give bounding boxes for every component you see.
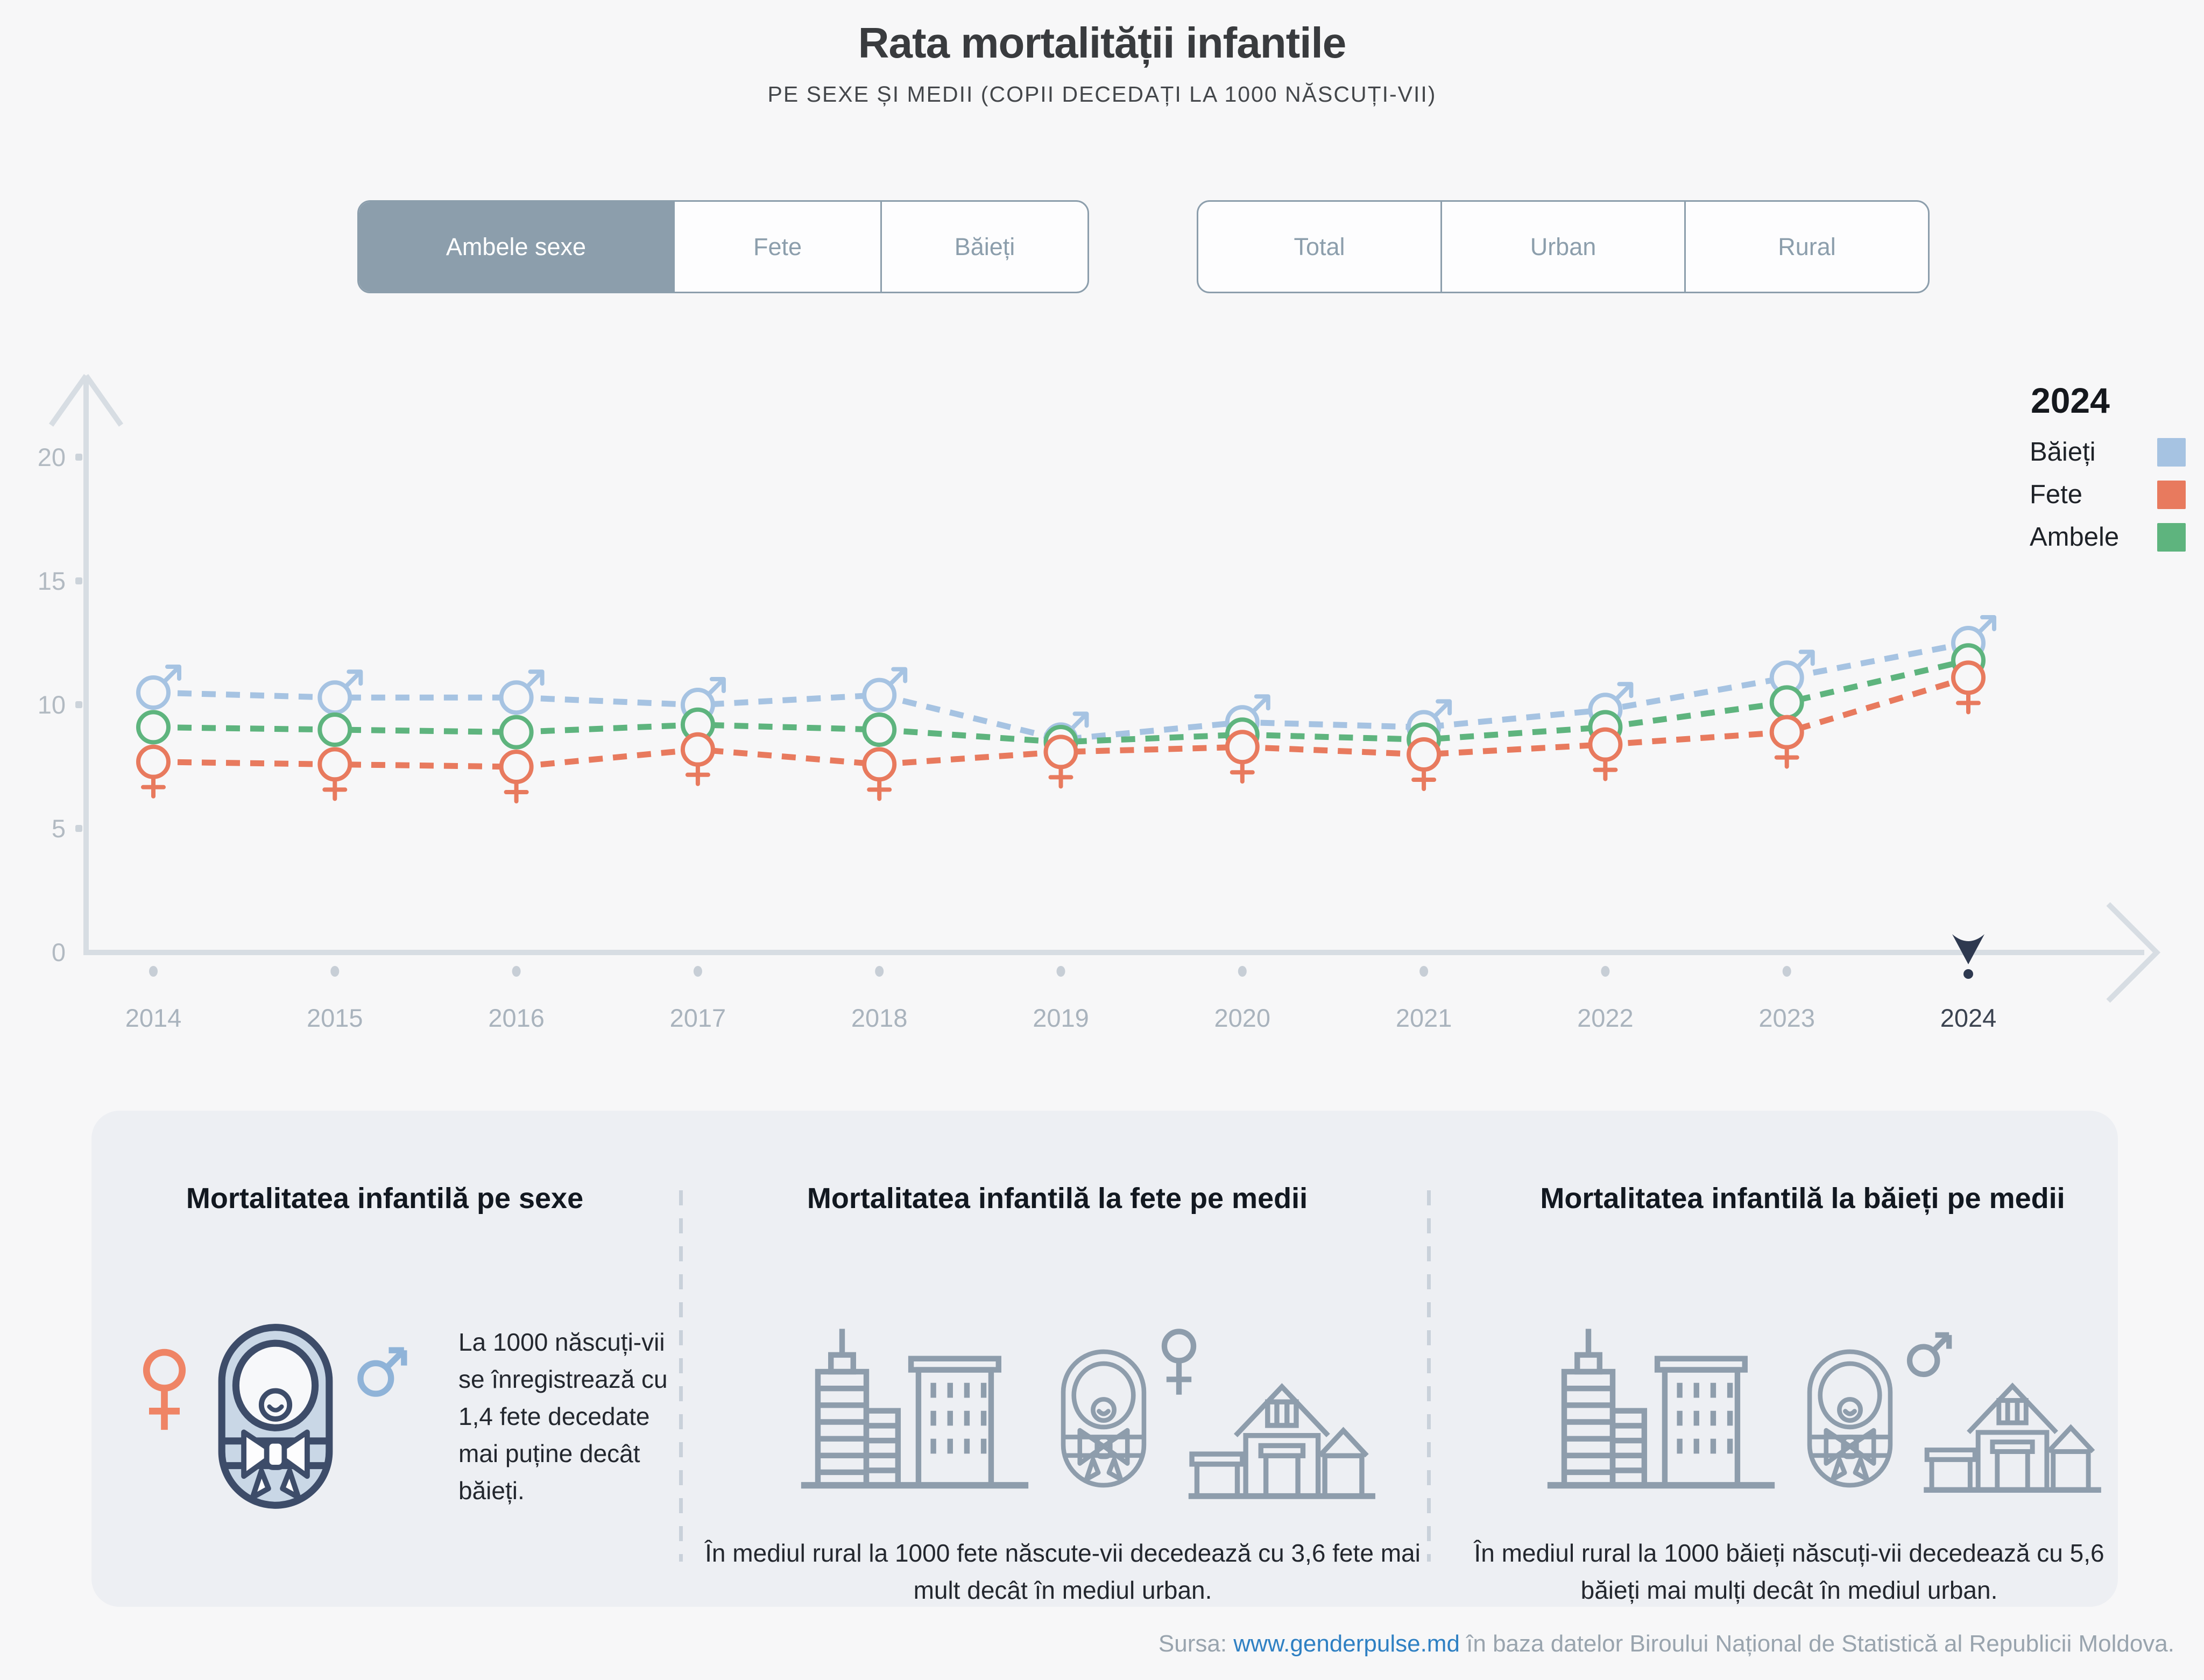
male-symbol-icon: [355, 1343, 412, 1399]
point-baieti-2016[interactable]: [501, 672, 542, 712]
point-fete-2019[interactable]: [1046, 737, 1076, 786]
point-ambele-2016[interactable]: [501, 717, 532, 747]
city-buildings-icon: [1540, 1316, 1782, 1504]
point-baieti-2015[interactable]: [320, 672, 361, 712]
year-dot-2018: [875, 966, 884, 977]
point-fete-2014[interactable]: [138, 747, 168, 796]
card3-text: În mediul rural la 1000 băieți născuți-v…: [1442, 1535, 2136, 1609]
point-ambele-2023[interactable]: [1772, 687, 1802, 717]
legend-swatch-baieti-icon[interactable]: [2157, 438, 2186, 467]
year-dot-2017: [694, 966, 702, 977]
selected-year-marker: [1952, 934, 1984, 964]
card1-text: La 1000 născuți-vii se înregistrează cu …: [458, 1324, 692, 1509]
swaddled-baby-outline-icon: [1804, 1325, 1896, 1512]
y-tick-mark: [75, 701, 82, 708]
year-label-2018[interactable]: 2018: [851, 1004, 908, 1032]
swaddled-baby-icon: [200, 1319, 351, 1513]
point-ambele-2014[interactable]: [138, 712, 168, 742]
card2-text: În mediul rural la 1000 fete născute-vii…: [705, 1535, 1421, 1609]
point-fete-2020[interactable]: [1227, 732, 1258, 781]
legend-label-fete: Fete: [2030, 479, 2082, 510]
x-axis: [83, 904, 2157, 1001]
house-icon: [1909, 1373, 2119, 1505]
year-label-2020[interactable]: 2020: [1214, 1004, 1271, 1032]
legend-label-ambele: Ambele: [2030, 522, 2119, 552]
point-fete-2016[interactable]: [501, 752, 532, 801]
legend-year: 2024: [2031, 380, 2186, 421]
point-fete-2021[interactable]: [1409, 739, 1439, 789]
year-label-2023[interactable]: 2023: [1758, 1004, 1815, 1032]
year-dot-2023: [1783, 966, 1791, 977]
source-link[interactable]: www.genderpulse.md: [1233, 1630, 1460, 1657]
year-label-2016[interactable]: 2016: [488, 1004, 545, 1032]
source-prefix: Sursa:: [1158, 1630, 1233, 1657]
male-symbol-icon: [1905, 1328, 1956, 1379]
card3-title: Mortalitatea infantilă la băieți pe medi…: [1453, 1182, 2152, 1215]
legend-label-baieti: Băieți: [2030, 437, 2096, 467]
point-fete-2022[interactable]: [1590, 730, 1620, 779]
y-tick-label-0: 0: [52, 938, 66, 966]
card-divider: [1427, 1190, 1431, 1562]
year-label-2024[interactable]: 2024: [1940, 1004, 1997, 1032]
y-tick-label-20: 20: [38, 443, 66, 471]
legend-swatch-ambele-icon[interactable]: [2157, 523, 2186, 552]
source-suffix: în baza datelor Biroului Național de Sta…: [1460, 1630, 2174, 1657]
year-label-2019[interactable]: 2019: [1033, 1004, 1089, 1032]
selected-year-dot: [1963, 969, 1973, 979]
point-baieti-2018[interactable]: [864, 669, 905, 710]
point-fete-2024[interactable]: [1953, 662, 1983, 712]
y-tick-label-15: 15: [38, 567, 66, 595]
swaddled-baby-outline-icon: [1057, 1325, 1150, 1512]
year-dot-2020: [1238, 966, 1247, 977]
source-line: Sursa: www.genderpulse.md în baza datelo…: [1158, 1630, 2174, 1657]
house-icon: [1172, 1373, 1395, 1512]
infographic-page: Rata mortalității infantile PE SEXE ȘI M…: [0, 0, 2204, 1680]
point-baieti-2014[interactable]: [138, 667, 179, 708]
y-tick-mark: [75, 454, 82, 461]
point-ambele-2015[interactable]: [320, 715, 350, 745]
card2-title: Mortalitatea infantilă la fete pe medii: [710, 1182, 1404, 1215]
point-fete-2018[interactable]: [864, 749, 894, 799]
year-label-2017[interactable]: 2017: [670, 1004, 726, 1032]
city-buildings-icon: [794, 1316, 1036, 1504]
year-label-2021[interactable]: 2021: [1396, 1004, 1452, 1032]
year-dot-2014: [149, 966, 158, 977]
chart-legend: 2024 Băieți Fete Ambele: [2030, 380, 2186, 552]
legend-item-ambele[interactable]: Ambele: [2030, 522, 2186, 552]
legend-item-fete[interactable]: Fete: [2030, 479, 2186, 510]
female-symbol-icon: [139, 1348, 190, 1437]
point-fete-2017[interactable]: [683, 735, 713, 784]
y-tick-label-5: 5: [52, 814, 66, 843]
year-dot-2021: [1419, 966, 1428, 977]
y-tick-mark: [75, 577, 82, 584]
year-dot-2016: [512, 966, 521, 977]
legend-item-baieti[interactable]: Băieți: [2030, 437, 2186, 467]
y-tick-label-10: 10: [38, 690, 66, 719]
legend-swatch-fete-icon[interactable]: [2157, 481, 2186, 509]
card1-title: Mortalitatea infantilă pe sexe: [113, 1182, 656, 1215]
point-fete-2023[interactable]: [1772, 717, 1802, 767]
y-tick-mark: [75, 825, 82, 832]
point-fete-2015[interactable]: [320, 749, 350, 799]
year-label-2022[interactable]: 2022: [1577, 1004, 1634, 1032]
year-dot-2019: [1057, 966, 1065, 977]
year-dot-2015: [330, 966, 339, 977]
year-label-2015[interactable]: 2015: [307, 1004, 363, 1032]
year-dot-2022: [1601, 966, 1609, 977]
year-label-2014[interactable]: 2014: [125, 1004, 182, 1032]
point-ambele-2018[interactable]: [864, 715, 894, 745]
